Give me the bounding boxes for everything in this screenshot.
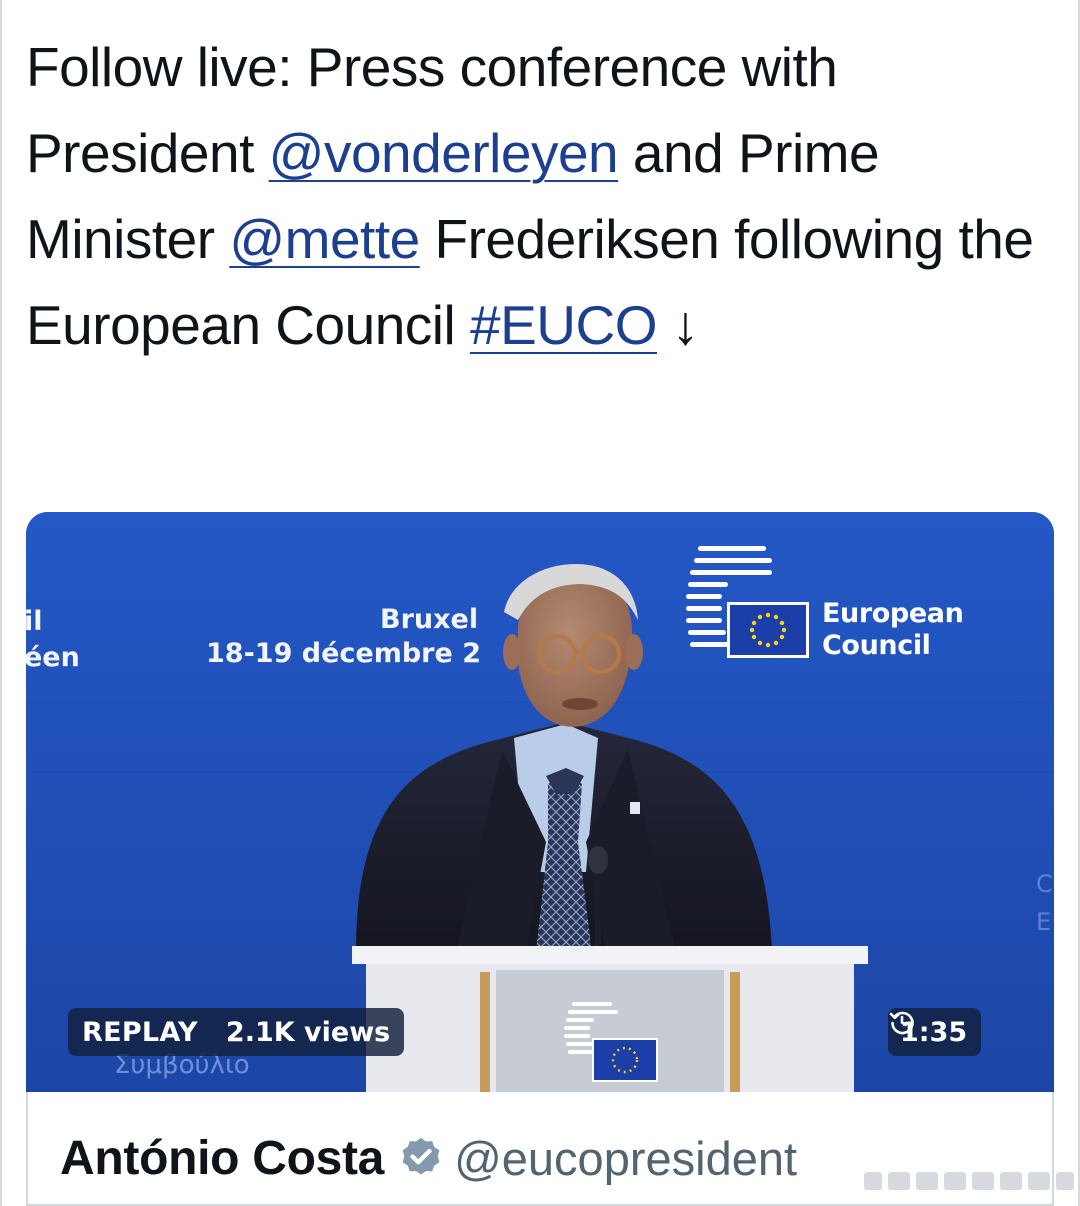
history-clock-icon	[889, 1011, 914, 1035]
duration-badge: 1:35	[888, 1008, 982, 1056]
down-arrow-icon: ↓	[671, 294, 700, 356]
views-count: 2.1K views	[225, 1016, 391, 1048]
hashtag-euco-link[interactable]: #EUCO	[470, 294, 658, 356]
svg-text:C: C	[1036, 870, 1053, 898]
mention-vonderleyen-link[interactable]: @vonderleyen	[269, 122, 619, 184]
video-player[interactable]: C E il éen Bruxel 18-19 décembre 2 Europ…	[26, 512, 1054, 1092]
backdrop-text-left-2: éen	[26, 642, 80, 673]
replay-label: REPLAY	[82, 1016, 198, 1048]
watermark-icon	[864, 1172, 1074, 1190]
podium	[352, 946, 868, 1092]
left-border	[0, 0, 2, 1206]
eu-flag-icon	[727, 602, 809, 658]
tweet-text: Follow live: Press conference with Presi…	[26, 24, 1056, 368]
backdrop-text-left-1: il	[26, 606, 43, 637]
mention-mette-link[interactable]: @mette	[229, 208, 420, 270]
logo-text-line-1: European	[822, 598, 964, 629]
svg-text:E: E	[1036, 908, 1051, 936]
backdrop-dates: 18-19 décembre 2	[206, 638, 481, 669]
logo-text-line-2: Council	[822, 630, 931, 661]
quoted-author-line[interactable]: António Costa @eucopresident	[60, 1128, 797, 1188]
replay-views-badge: REPLAY 2.1K views	[68, 1008, 405, 1056]
author-name[interactable]: António Costa	[60, 1131, 384, 1186]
backdrop-city: Bruxel	[380, 604, 479, 635]
verified-badge-icon	[398, 1135, 444, 1181]
author-handle[interactable]: @eucopresident	[454, 1131, 797, 1186]
european-council-logo-text: European Council	[822, 598, 964, 662]
